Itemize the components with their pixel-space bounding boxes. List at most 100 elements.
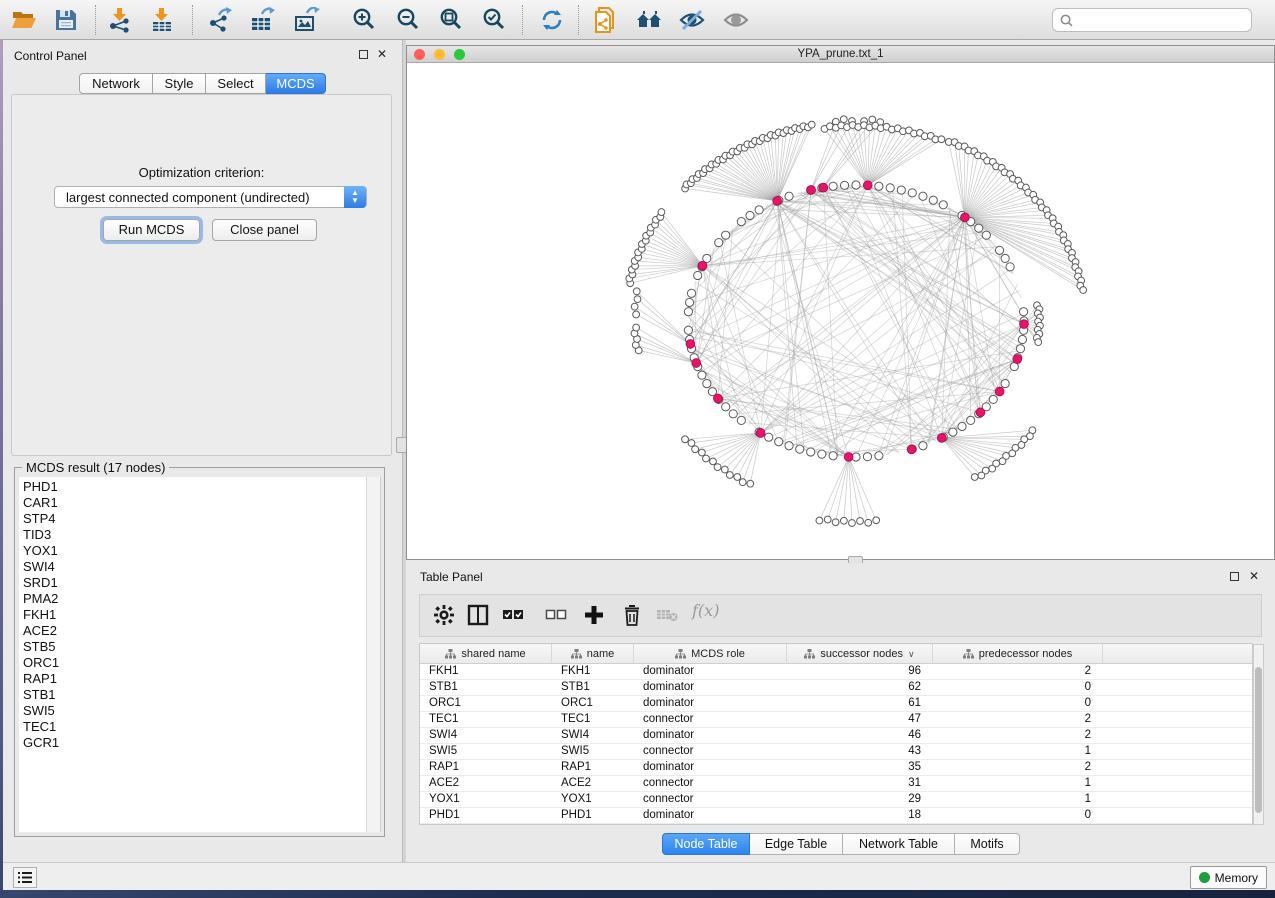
control-tab-mcds[interactable]: MCDS bbox=[266, 73, 326, 94]
table-scrollbar-thumb[interactable] bbox=[1255, 667, 1262, 813]
close-panel-icon[interactable]: ✕ bbox=[377, 47, 387, 61]
table-row-SWI5[interactable]: SWI5SWI5connector431 bbox=[420, 744, 1252, 760]
mcds-result-item[interactable]: SRD1 bbox=[23, 575, 367, 591]
deselect-all-icon[interactable] bbox=[545, 604, 569, 628]
table-row-SWI4[interactable]: SWI4SWI4dominator462 bbox=[420, 728, 1252, 744]
control-tab-select[interactable]: Select bbox=[206, 73, 266, 94]
float-table-panel-icon[interactable] bbox=[1230, 572, 1239, 581]
show-graphics-details-icon[interactable] bbox=[722, 7, 750, 33]
mcds-result-item[interactable]: PHD1 bbox=[23, 479, 367, 495]
mcds-result-item[interactable]: GCR1 bbox=[23, 735, 367, 751]
run-mcds-button[interactable]: Run MCDS bbox=[103, 219, 200, 241]
panel-list-icon[interactable] bbox=[13, 867, 37, 888]
export-image-icon[interactable] bbox=[292, 7, 320, 33]
import-table-icon[interactable] bbox=[148, 7, 176, 33]
export-table-icon[interactable] bbox=[248, 7, 276, 33]
cell-successor_nodes: 43 bbox=[787, 744, 933, 759]
cell-shared_name: TEC1 bbox=[420, 712, 552, 727]
table-row-YOX1[interactable]: YOX1YOX1connector291 bbox=[420, 792, 1252, 808]
table-row-FKH1[interactable]: FKH1FKH1dominator962 bbox=[420, 664, 1252, 680]
network-window-titlebar[interactable]: YPA_prune.txt_1 bbox=[407, 46, 1274, 63]
node-table[interactable]: shared namename MCDS role successor nodes … bbox=[419, 643, 1253, 825]
search-input[interactable] bbox=[1074, 13, 1251, 27]
cell-mcds_role: connector bbox=[634, 712, 787, 727]
table-row-TEC1[interactable]: TEC1TEC1connector472 bbox=[420, 712, 1252, 728]
export-network-icon[interactable] bbox=[206, 7, 234, 33]
cell-name: TEC1 bbox=[552, 712, 634, 727]
criterion-dropdown[interactable]: largest connected component (undirected)… bbox=[54, 186, 367, 208]
mcds-result-list[interactable]: PHD1CAR1STP4TID3YOX1SWI4SRD1PMA2FKH1ACE2… bbox=[19, 477, 367, 832]
show-home-icon[interactable] bbox=[635, 7, 663, 33]
save-session-icon[interactable] bbox=[52, 7, 80, 33]
column-label: MCDS role bbox=[691, 648, 745, 660]
cell-mcds_role: dominator bbox=[634, 760, 787, 775]
column-header-mcds_role[interactable]: MCDS role bbox=[634, 644, 787, 664]
control-panel: Control Panel ✕ NetworkStyleSelectMCDS O… bbox=[3, 40, 403, 862]
column-header-name[interactable]: name bbox=[552, 644, 634, 664]
cell-name: RAP1 bbox=[552, 760, 634, 775]
mcds-result-item[interactable]: ORC1 bbox=[23, 655, 367, 671]
toolbar-separator bbox=[522, 5, 523, 35]
mcds-result-item[interactable]: TID3 bbox=[23, 527, 367, 543]
network-canvas[interactable] bbox=[407, 63, 1274, 559]
cell-predecessor_nodes: 2 bbox=[933, 760, 1103, 775]
mcds-result-item[interactable]: ACE2 bbox=[23, 623, 367, 639]
mcds-result-item[interactable]: SWI4 bbox=[23, 559, 367, 575]
cell-successor_nodes: 47 bbox=[787, 712, 933, 727]
add-row-icon[interactable] bbox=[583, 604, 607, 628]
mcds-result-item[interactable]: TEC1 bbox=[23, 719, 367, 735]
table-scrollbar[interactable] bbox=[1253, 644, 1264, 825]
control-tab-style[interactable]: Style bbox=[153, 73, 206, 94]
column-header-shared_name[interactable]: shared name bbox=[420, 644, 552, 664]
control-tab-network[interactable]: Network bbox=[79, 73, 153, 94]
mcds-result-item[interactable]: SWI5 bbox=[23, 703, 367, 719]
memory-button[interactable]: Memory bbox=[1190, 866, 1267, 889]
mcds-result-item[interactable]: YOX1 bbox=[23, 543, 367, 559]
mcds-result-item[interactable]: PMA2 bbox=[23, 591, 367, 607]
delete-row-icon[interactable] bbox=[621, 604, 645, 628]
apply-layout-icon[interactable] bbox=[538, 7, 566, 33]
table-row-ORC1[interactable]: ORC1ORC1dominator610 bbox=[420, 696, 1252, 712]
search-box[interactable] bbox=[1052, 8, 1252, 32]
table-row-ACE2[interactable]: ACE2ACE2connector311 bbox=[420, 776, 1252, 792]
table-options-icon[interactable] bbox=[433, 604, 457, 628]
table-row-RAP1[interactable]: RAP1RAP1dominator352 bbox=[420, 760, 1252, 776]
mcds-result-item[interactable]: FKH1 bbox=[23, 607, 367, 623]
network-graph bbox=[407, 63, 1274, 559]
zoom-out-icon[interactable] bbox=[394, 7, 422, 33]
mcds-result-item[interactable]: CAR1 bbox=[23, 495, 367, 511]
cell-successor_nodes: 18 bbox=[787, 808, 933, 823]
mcds-result-item[interactable]: RAP1 bbox=[23, 671, 367, 687]
table-tab-edge-table[interactable]: Edge Table bbox=[750, 833, 843, 855]
open-file-icon[interactable] bbox=[10, 7, 38, 33]
float-panel-icon[interactable] bbox=[359, 50, 368, 59]
zoom-fit-icon[interactable] bbox=[437, 7, 465, 33]
close-panel-button[interactable]: Close panel bbox=[212, 219, 317, 241]
table-row-PHD1[interactable]: PHD1PHD1dominator180 bbox=[420, 808, 1252, 824]
zoom-selected-icon[interactable] bbox=[480, 7, 508, 33]
column-header-successor_nodes[interactable]: successor nodes ∨ bbox=[787, 644, 933, 664]
cell-predecessor_nodes: 2 bbox=[933, 728, 1103, 743]
cell-predecessor_nodes: 1 bbox=[933, 792, 1103, 807]
mcds-result-scrollbar[interactable] bbox=[366, 477, 380, 832]
column-header-predecessor_nodes[interactable]: predecessor nodes bbox=[933, 644, 1103, 664]
table-tab-motifs[interactable]: Motifs bbox=[955, 833, 1020, 855]
cell-mcds_role: dominator bbox=[634, 664, 787, 679]
mcds-result-item[interactable]: STB1 bbox=[23, 687, 367, 703]
close-table-panel-icon[interactable]: ✕ bbox=[1249, 569, 1259, 583]
import-network-icon[interactable] bbox=[106, 7, 134, 33]
table-tab-node-table[interactable]: Node Table bbox=[662, 833, 750, 855]
mcds-result-item[interactable]: STP4 bbox=[23, 511, 367, 527]
toolbar-separator bbox=[578, 5, 579, 35]
table-tab-network-table[interactable]: Network Table bbox=[843, 833, 955, 855]
zoom-in-icon[interactable] bbox=[350, 7, 378, 33]
cell-predecessor_nodes: 2 bbox=[933, 664, 1103, 679]
show-columns-icon[interactable] bbox=[467, 604, 491, 628]
table-toolbar: f(x) bbox=[419, 594, 1262, 637]
mcds-result-item[interactable]: STB5 bbox=[23, 639, 367, 655]
table-row-STB1[interactable]: STB1STB1dominator620 bbox=[420, 680, 1252, 696]
select-all-icon[interactable] bbox=[502, 604, 526, 628]
function-builder-icon: f(x) bbox=[692, 601, 716, 625]
hide-graphics-details-icon[interactable] bbox=[678, 7, 706, 33]
new-network-from-selection-icon[interactable] bbox=[592, 7, 620, 33]
